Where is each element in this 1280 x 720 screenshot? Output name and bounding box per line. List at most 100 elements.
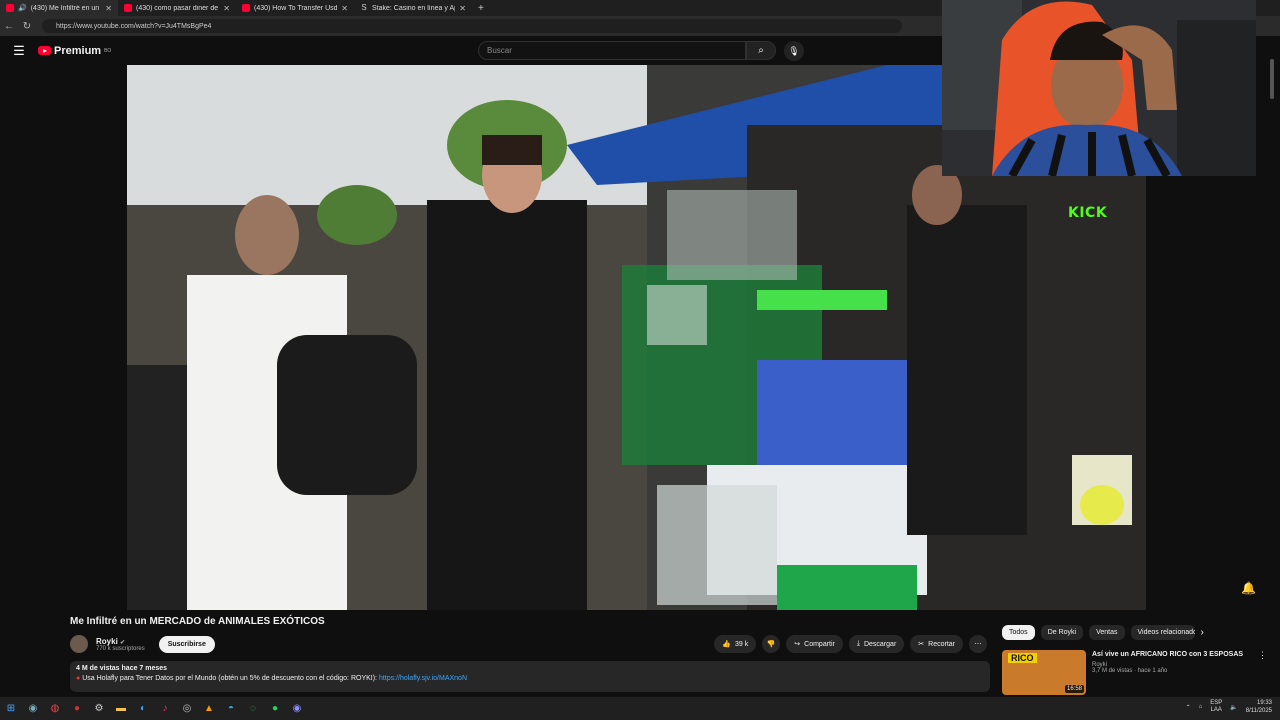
chrome-icon[interactable]: ◍ [44,698,66,720]
vlc-icon[interactable]: ▲ [198,698,220,720]
subscribe-button[interactable]: Suscribirse [158,635,215,653]
whatsapp-icon[interactable]: ◌ [242,698,264,720]
new-tab-button[interactable]: + [472,3,490,14]
app-icon[interactable]: ◉ [22,698,44,720]
chip-videos-relacionados[interactable]: Videos relacionados [1130,625,1195,640]
audio-playing-icon[interactable]: 🔊 [18,4,27,12]
thumbnail-badge: RICO [1008,653,1037,663]
notification-bell-icon[interactable]: 🔔 [1241,581,1256,595]
youtube-icon [124,4,132,12]
streamer-webcam-image [942,0,1256,176]
channel-info: Royki ✔ 770 k suscriptores [96,637,145,652]
scrollbar-thumb[interactable] [1270,59,1274,99]
settings-icon[interactable]: ⚙ [88,698,110,720]
recommended-title[interactable]: Así vive un AFRICANO RICO con 3 ESPOSAS [1092,650,1252,659]
chevron-right-icon[interactable]: › [1201,627,1204,638]
search-button[interactable]: ⌕ [746,41,776,60]
volume-icon[interactable]: 🔈 [1230,704,1237,711]
lang-bottom: LAA [1210,707,1222,713]
like-button[interactable]: 👍 39 k [714,635,757,653]
recommended-video[interactable]: RICO 16:58 Así vive un AFRICANO RICO con… [1002,650,1267,695]
youtube-icon [242,4,250,12]
youtube-logo[interactable]: Premium BO [38,45,111,57]
clip-button[interactable]: ✂ Recortar [910,635,963,653]
filter-chips: Todos De Royki Ventas Videos relacionado… [1002,625,1204,640]
network-icon[interactable]: ⌂ [1199,704,1203,710]
reload-icon[interactable]: ↻ [18,21,36,32]
search-input[interactable]: Buscar [478,41,746,60]
share-label: Compartir [804,640,835,648]
windows-taskbar: ⊞ ◉ ◍ ● ⚙ ▬ ◐ ♪ ◎ ▲ ◓ ◌ ● ◉ ⌃ ⌂ ESP LAA … [0,697,1280,720]
share-button[interactable]: ↪ Compartir [786,635,843,653]
chevron-up-icon[interactable]: ⌃ [1186,704,1191,711]
description-box[interactable]: 4 M de vistas hace 7 meses ● Usa Holafly… [70,661,990,692]
edge-icon[interactable]: ◐ [132,698,154,720]
verified-icon: ✔ [120,639,126,646]
channel-name[interactable]: Royki ✔ [96,637,145,646]
voice-search-button[interactable]: 🎙 [784,41,804,61]
media-icon[interactable]: ● [66,698,88,720]
folder-icon[interactable]: ▬ [110,698,132,720]
tab-video[interactable]: 🔊 (430) Me Infiltré en un MERCADO de ANI… [0,0,118,16]
recommended-info: Así vive un AFRICANO RICO con 3 ESPOSAS … [1092,650,1252,695]
spotify-icon[interactable]: ● [264,698,286,720]
url-field[interactable]: https://www.youtube.com/watch?v=Ju4TMsBg… [42,19,902,33]
tab-wallet[interactable]: (430) como pasar diner de mi wallet ✕ [118,0,236,16]
tab-stake[interactable]: S Stake: Casino en línea y Apuestas ✕ [354,0,472,16]
lang-top: ESP [1210,700,1223,706]
channel-avatar[interactable] [70,635,88,653]
tab-title: (430) como pasar diner de mi wallet [136,4,219,12]
more-vert-icon[interactable]: ⋮ [1258,650,1267,695]
video-duration: 16:58 [1064,685,1084,693]
system-tray: ⌃ ⌂ ESP LAA 🔈 19:33 8/11/2025 [1186,699,1272,715]
tiktok-icon[interactable]: ♪ [154,698,176,720]
steam-icon[interactable]: ◎ [176,698,198,720]
description-link[interactable]: https://holafly.sjv.io/MAXnoN [379,675,467,682]
download-label: Descargar [863,640,897,648]
close-icon[interactable]: ✕ [459,4,466,13]
stake-icon: S [361,3,367,12]
red-dot-icon: ● [76,675,81,682]
search-icon: ⌕ [758,45,764,56]
views-and-date: 4 M de vistas hace 7 meses [76,665,168,672]
tab-title: (430) How To Transfer Usdt From [254,4,338,12]
clip-label: Recortar [928,640,955,648]
chip-de-royki[interactable]: De Royki [1040,625,1084,640]
language-indicator[interactable]: ESP LAA [1210,700,1222,714]
microphone-icon: 🎙 [788,46,800,56]
page-scrollbar[interactable] [1270,55,1275,695]
youtube-play-icon [38,46,51,55]
region-code: BO [104,47,112,54]
channel-row: Royki ✔ 770 k suscriptores Suscribirse 👍… [70,632,995,656]
browser-icon[interactable]: ◓ [220,698,242,720]
channel-name-text[interactable]: Royki [96,637,118,646]
discord-icon[interactable]: ◉ [286,698,308,720]
windows-start-icon[interactable]: ⊞ [0,698,22,720]
chip-ventas[interactable]: Ventas [1089,625,1125,640]
webcam-overlay [942,0,1256,176]
scissors-icon: ✂ [918,641,925,648]
time: 19:33 [1256,700,1272,706]
menu-icon[interactable]: ☰ [0,43,38,59]
youtube-header: ☰ Premium BO Buscar ⌕ 🎙 [0,36,942,65]
share-icon: ↪ [794,641,801,648]
chip-todos[interactable]: Todos [1002,625,1035,640]
clock[interactable]: 19:33 8/11/2025 [1246,699,1272,715]
recommended-thumbnail[interactable]: RICO 16:58 [1002,650,1086,695]
recommended-meta: 3,7 M de vistas · hace 1 año [1092,668,1168,674]
close-icon[interactable]: ✕ [223,4,230,13]
tab-usdt[interactable]: (430) How To Transfer Usdt From ✕ [236,0,354,16]
tab-title: (430) Me Infiltré en un MERCADO de ANIMA… [30,4,102,12]
download-button[interactable]: ⤓ Descargar [848,635,905,653]
logo-text: Premium [54,44,102,57]
dislike-button[interactable]: 👎 [762,635,781,653]
description-text: Usa Holafly para Tener Datos por el Mund… [82,675,379,682]
close-icon[interactable]: ✕ [341,4,348,13]
like-count: 39 k [735,640,749,648]
more-actions-button[interactable]: ⋯ [969,635,987,653]
close-icon[interactable]: ✕ [105,4,112,13]
date: 8/11/2025 [1245,708,1272,714]
download-icon: ⤓ [856,640,860,647]
tab-title: Stake: Casino en línea y Apuestas [372,4,455,12]
back-arrow-icon[interactable]: ← [0,21,18,32]
